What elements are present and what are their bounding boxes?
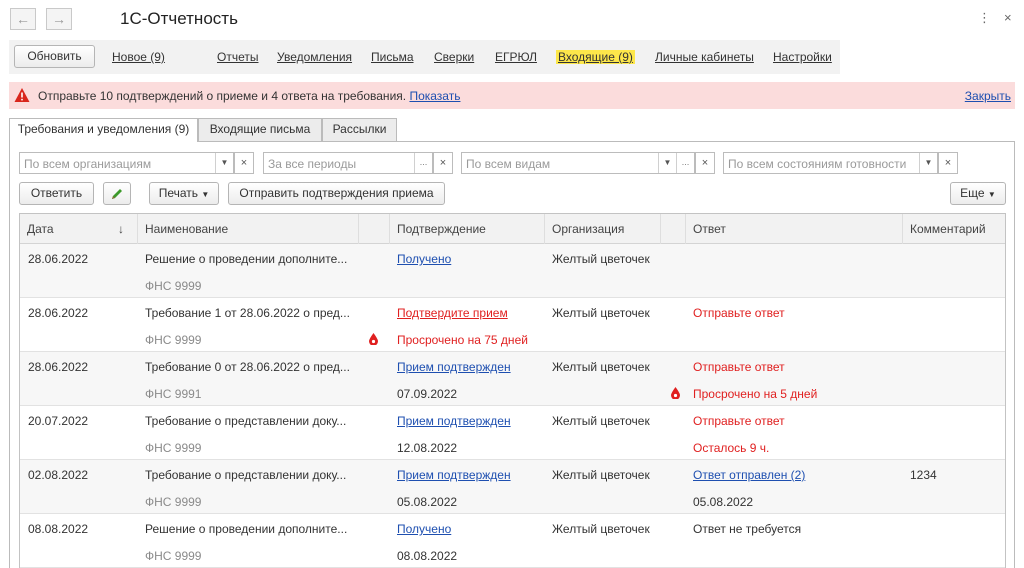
forward-arrow-icon[interactable]: → (46, 8, 72, 30)
dropdown-arrow-icon[interactable]: ▼ (658, 153, 676, 173)
period-filter[interactable]: За все периоды … (263, 152, 433, 174)
col-comment[interactable]: Комментарий (903, 214, 1005, 244)
menu-notifications[interactable]: Уведомления (277, 50, 352, 64)
period-clear-icon[interactable]: × (433, 152, 453, 174)
menu-letters[interactable]: Письма (371, 50, 414, 64)
requirements-table: Дата ↓ Наименование Подтверждение Организ… (19, 213, 1006, 568)
tab-requirements[interactable]: Требования и уведомления (9) (9, 118, 198, 142)
state-clear-icon[interactable]: × (938, 152, 958, 174)
sort-arrow-icon: ↓ (118, 222, 124, 236)
kind-filter[interactable]: По всем видам ▼ … (461, 152, 695, 174)
menu-reports[interactable]: Отчеты (217, 50, 258, 64)
col-answer[interactable]: Ответ (686, 214, 903, 244)
close-icon[interactable]: × (1004, 10, 1012, 25)
menu-new[interactable]: Новое (9) (112, 50, 165, 64)
overdue-drop-icon (369, 333, 378, 345)
org-clear-icon[interactable]: × (234, 152, 254, 174)
title-bar: ← → 1С-Отчетность ⋮ × (0, 0, 1024, 38)
dropdown-arrow-icon: ▼ (987, 190, 996, 199)
send-confirmations-button[interactable]: Отправить подтверждения приема (228, 182, 445, 205)
dropdown-arrow-icon: ▼ (201, 190, 210, 199)
col-confirmation[interactable]: Подтверждение (390, 214, 545, 244)
window-title: 1С-Отчетность (120, 9, 238, 28)
warning-icon (14, 88, 30, 102)
kind-clear-icon[interactable]: × (695, 152, 715, 174)
refresh-button[interactable]: Обновить (14, 45, 95, 68)
ellipsis-icon[interactable]: … (676, 153, 694, 173)
menu-settings[interactable]: Настройки (773, 50, 832, 64)
dropdown-arrow-icon[interactable]: ▼ (919, 153, 937, 173)
menu-reconciliations[interactable]: Сверки (434, 50, 474, 64)
overdue-drop-icon (671, 387, 680, 399)
alert-message: Отправьте 10 подтверждений о приеме и 4 … (38, 89, 461, 103)
table-row[interactable]: 20.07.2022 Требование о представлении до… (20, 406, 1005, 460)
dropdown-arrow-icon[interactable]: ▼ (215, 153, 233, 173)
menu-personal-accounts[interactable]: Личные кабинеты (655, 50, 754, 64)
menu-bar: Обновить Новое (9) Отчеты Уведомления Пи… (9, 40, 840, 74)
more-menu-icon[interactable]: ⋮ (978, 10, 991, 26)
org-filter[interactable]: По всем организациям ▼ (19, 152, 234, 174)
menu-incoming[interactable]: Входящие (9) (556, 50, 635, 64)
table-row[interactable]: 02.08.2022 Требование о представлении до… (20, 460, 1005, 514)
print-button[interactable]: Печать ▼ (149, 182, 219, 205)
tab-incoming-letters[interactable]: Входящие письма (198, 118, 322, 141)
alert-show-link[interactable]: Показать (409, 89, 460, 103)
menu-egrul[interactable]: ЕГРЮЛ (495, 50, 537, 64)
tab-mailings[interactable]: Рассылки (322, 118, 397, 141)
col-organization[interactable]: Организация (545, 214, 661, 244)
alert-banner: Отправьте 10 подтверждений о приеме и 4 … (9, 82, 1015, 109)
ellipsis-icon[interactable]: … (414, 153, 432, 173)
table-row[interactable]: 28.06.2022 Решение о проведении дополнит… (20, 244, 1005, 298)
edit-button[interactable] (103, 182, 131, 205)
more-button[interactable]: Еще ▼ (950, 182, 1006, 205)
table-row[interactable]: 28.06.2022 Требование 1 от 28.06.2022 о … (20, 298, 1005, 352)
table-header: Дата ↓ Наименование Подтверждение Организ… (20, 214, 1005, 244)
state-filter[interactable]: По всем состояниям готовности ▼ (723, 152, 938, 174)
pencil-icon (112, 189, 122, 199)
back-arrow-icon[interactable]: ← (10, 8, 36, 30)
alert-close-link[interactable]: Закрыть (965, 89, 1011, 103)
reply-button[interactable]: Ответить (19, 182, 94, 205)
table-row[interactable]: 08.08.2022 Решение о проведении дополнит… (20, 514, 1005, 568)
col-confirm-icon[interactable] (359, 214, 390, 244)
table-row[interactable]: 28.06.2022 Требование 0 от 28.06.2022 о … (20, 352, 1005, 406)
col-answer-icon[interactable] (661, 214, 686, 244)
col-date[interactable]: Дата ↓ (20, 214, 138, 244)
col-name[interactable]: Наименование (138, 214, 359, 244)
